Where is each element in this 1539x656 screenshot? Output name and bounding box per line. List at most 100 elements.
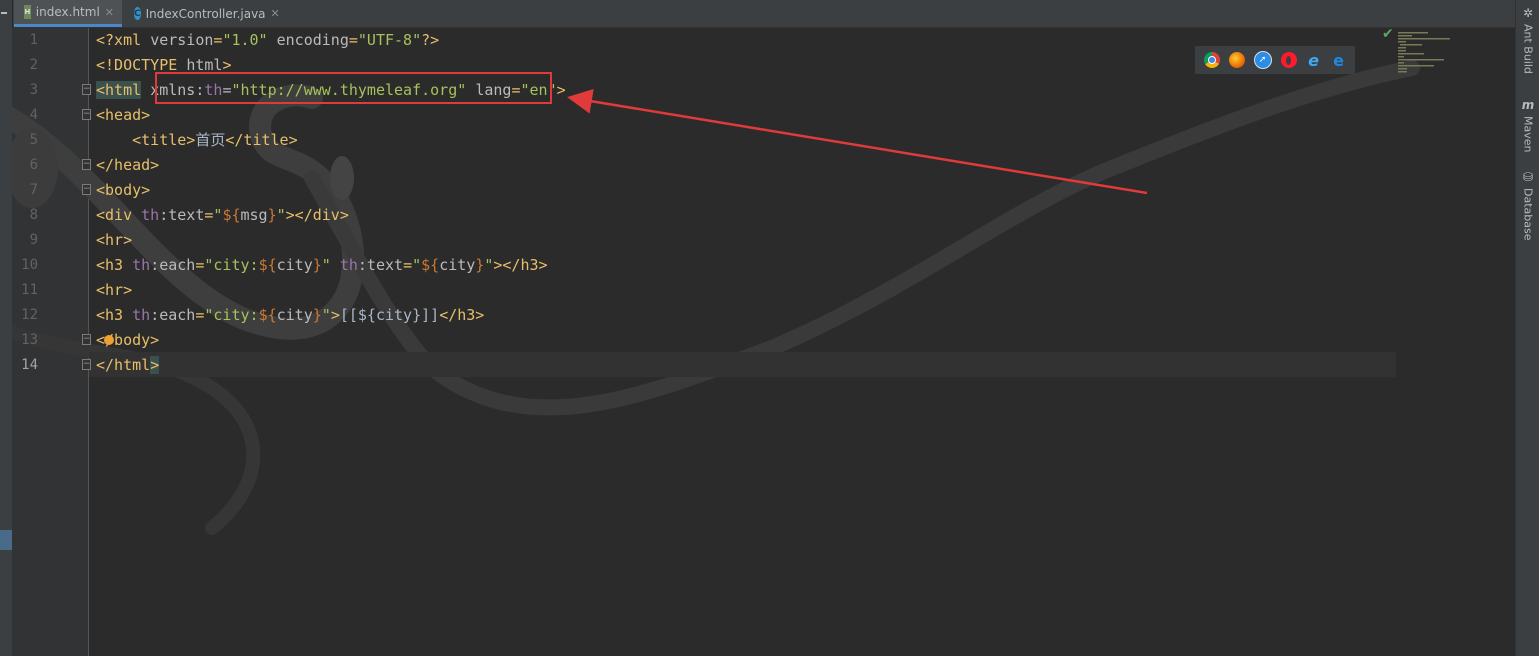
- open-in-browser-toolbar: ➚ e e: [1195, 46, 1355, 74]
- code-token: <hr>: [96, 231, 133, 249]
- code-token: ></div>: [285, 206, 349, 224]
- code-line[interactable]: 5 <title>首页</title>: [12, 128, 1412, 153]
- fold-marker-icon[interactable]: −: [82, 109, 91, 120]
- code-text[interactable]: </head>: [96, 153, 159, 178]
- edge-icon[interactable]: e: [1331, 51, 1347, 70]
- line-number[interactable]: 2: [12, 53, 38, 78]
- tool-label: Ant Build: [1521, 24, 1535, 74]
- line-number[interactable]: 13: [12, 328, 38, 353]
- code-token: >: [330, 306, 340, 324]
- fold-marker-icon[interactable]: −: [82, 159, 91, 170]
- code-token: th: [339, 256, 358, 274]
- code-line[interactable]: 4 − <head>: [12, 103, 1412, 128]
- code-editor[interactable]: 1 <?xml version="1.0" encoding="UTF-8"?> 2…: [12, 28, 1515, 656]
- code-token: ></h3>: [493, 256, 548, 274]
- line-number[interactable]: 7: [12, 178, 38, 203]
- line-number[interactable]: 8: [12, 203, 38, 228]
- code-line[interactable]: 12 <h3 th:each="city:${city}">[[${city}]]…: [12, 303, 1412, 328]
- code-token: "city:: [204, 306, 259, 324]
- fold-marker-icon[interactable]: −: [82, 84, 91, 95]
- close-icon[interactable]: ✕: [271, 7, 280, 20]
- code-text[interactable]: <body>: [96, 178, 150, 203]
- line-number[interactable]: 12: [12, 303, 38, 328]
- fold-marker-icon[interactable]: −: [82, 334, 91, 345]
- code-text[interactable]: </html>: [96, 353, 160, 378]
- line-number[interactable]: 3: [12, 78, 38, 103]
- line-number[interactable]: 9: [12, 228, 38, 253]
- code-token: <head>: [96, 106, 151, 124]
- code-token: msg: [240, 206, 268, 224]
- code-token: =: [348, 31, 358, 49]
- tool-window-marker[interactable]: [0, 530, 12, 550]
- chrome-icon[interactable]: [1203, 52, 1220, 68]
- code-text[interactable]: <?xml version="1.0" encoding="UTF-8"?>: [96, 28, 439, 53]
- code-text[interactable]: <hr>: [96, 278, 132, 303]
- close-icon[interactable]: ✕: [105, 6, 114, 19]
- code-text[interactable]: <hr>: [96, 228, 132, 253]
- code-text[interactable]: <h3 th:each="city:${city}">[[${city}]]</…: [96, 303, 484, 328]
- inspection-ok-icon[interactable]: ✔: [1382, 28, 1394, 42]
- editor-tab-bar: H index.html ✕ C IndexController.java ✕: [0, 0, 1515, 28]
- code-line[interactable]: 7 − <body>: [12, 178, 1412, 203]
- code-line[interactable]: 8 <div th:text="${msg}"></div>: [12, 203, 1412, 228]
- code-token: }: [267, 206, 277, 224]
- code-text[interactable]: <div th:text="${msg}"></div>: [96, 203, 349, 228]
- code-token: "UTF-8": [357, 31, 422, 49]
- code-token: }: [312, 306, 322, 324]
- tab-index-controller-java[interactable]: C IndexController.java ✕: [124, 0, 286, 27]
- firefox-icon[interactable]: [1228, 52, 1245, 68]
- code-token: [[${city}]]: [339, 306, 440, 324]
- internet-explorer-icon[interactable]: e: [1306, 51, 1322, 70]
- code-token: <title>: [132, 131, 196, 149]
- line-number[interactable]: 6: [12, 153, 38, 178]
- code-token: </head>: [96, 156, 160, 174]
- html-file-icon: H: [24, 5, 31, 19]
- right-tool-strip: ✲ Ant Build m Maven ⛁ Database: [1515, 0, 1539, 656]
- line-number[interactable]: 1: [12, 28, 38, 53]
- code-line[interactable]: 9 <hr>: [12, 228, 1412, 253]
- code-token: </h3>: [439, 306, 485, 324]
- code-token: encoding: [276, 31, 349, 49]
- line-number[interactable]: 10: [12, 253, 38, 278]
- line-number[interactable]: 5: [12, 128, 38, 153]
- code-token: :each: [150, 306, 196, 324]
- line-number[interactable]: 14: [12, 353, 38, 378]
- fold-marker-icon[interactable]: −: [82, 359, 91, 370]
- code-line[interactable]: 14 − </html>: [12, 353, 1412, 378]
- line-number[interactable]: 4: [12, 103, 38, 128]
- database-tool-button[interactable]: ⛁ Database: [1516, 170, 1539, 241]
- code-minimap: [1398, 32, 1450, 73]
- code-line[interactable]: 11 <hr>: [12, 278, 1412, 303]
- code-token: ": [276, 206, 286, 224]
- code-text[interactable]: <head>: [96, 103, 150, 128]
- maven-tool-button[interactable]: m Maven: [1516, 98, 1539, 152]
- line-number[interactable]: 11: [12, 278, 38, 303]
- safari-icon[interactable]: ➚: [1253, 51, 1272, 69]
- ant-build-tool-button[interactable]: ✲ Ant Build: [1516, 6, 1539, 74]
- fold-marker-icon[interactable]: −: [82, 184, 91, 195]
- code-token: </html: [96, 356, 151, 374]
- code-token: <body>: [96, 181, 151, 199]
- code-token: =: [403, 256, 413, 274]
- collapse-icon[interactable]: [1, 12, 7, 14]
- code-token: th: [141, 206, 160, 224]
- code-token: 首页: [195, 131, 226, 149]
- code-token: city: [276, 256, 313, 274]
- code-token: ${: [258, 256, 277, 274]
- code-line[interactable]: 13− </body>: [12, 328, 1412, 353]
- code-token: <hr>: [96, 281, 133, 299]
- code-token: "city:: [204, 256, 259, 274]
- opera-icon[interactable]: [1280, 52, 1297, 68]
- code-token: version: [150, 31, 214, 49]
- code-line[interactable]: 6 − </head>: [12, 153, 1412, 178]
- code-text[interactable]: <title>首页</title>: [96, 128, 297, 153]
- code-line[interactable]: 10 <h3 th:each="city:${city}" th:text="${…: [12, 253, 1412, 278]
- annotation-highlight-box: [155, 72, 552, 104]
- tab-index-html[interactable]: H index.html ✕: [14, 0, 122, 27]
- tab-label: index.html: [35, 5, 100, 19]
- code-text[interactable]: <h3 th:each="city:${city}" th:text="${ci…: [96, 253, 548, 278]
- intention-bulb-icon[interactable]: [104, 335, 114, 345]
- code-token: <h3: [96, 306, 133, 324]
